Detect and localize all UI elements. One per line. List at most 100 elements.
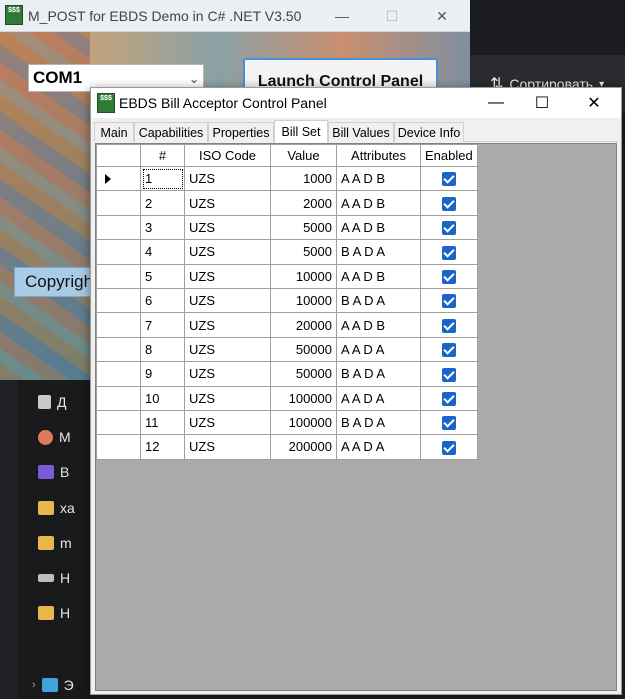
cell-number[interactable]: 9 <box>140 361 185 387</box>
cell-enabled[interactable] <box>420 165 478 192</box>
table-row[interactable]: 2 UZS 2000 A A D B <box>96 190 478 216</box>
column-header-enabled[interactable]: Enabled <box>420 144 478 167</box>
cell-value[interactable]: 10000 <box>270 263 337 289</box>
cell-attributes[interactable]: A A D A <box>336 385 421 411</box>
enabled-checkbox[interactable] <box>441 318 456 333</box>
cell-enabled[interactable] <box>420 312 478 338</box>
cell-enabled[interactable] <box>420 361 478 387</box>
cell-attributes[interactable]: A A D B <box>336 214 421 241</box>
sidebar-item-folder-3[interactable]: H <box>38 602 98 624</box>
cell-enabled[interactable] <box>420 385 478 411</box>
sidebar-item-this-pc[interactable]: › Э <box>32 674 92 696</box>
cell-value[interactable]: 10000 <box>270 287 337 314</box>
sidebar-item-documents[interactable]: Д <box>38 391 98 413</box>
column-header-number[interactable]: # <box>140 144 185 167</box>
close-button[interactable]: ✕ <box>422 4 462 28</box>
table-row[interactable]: 3 UZS 5000 A A D B <box>96 214 478 241</box>
sidebar-item-folder-1[interactable]: xa <box>38 497 98 519</box>
maximize-button[interactable]: ☐ <box>519 90 565 116</box>
sidebar-item-videos[interactable]: B <box>38 461 98 483</box>
column-header-iso-code[interactable]: ISO Code <box>184 144 271 167</box>
row-header[interactable] <box>96 409 141 436</box>
cell-number[interactable]: 8 <box>140 336 185 363</box>
cell-number[interactable]: 10 <box>140 385 185 411</box>
cell-value[interactable]: 50000 <box>270 336 337 363</box>
copyright-button[interactable]: Copyrigh <box>14 267 94 297</box>
table-row[interactable]: 9 UZS 50000 B A D A <box>96 361 478 387</box>
enabled-checkbox[interactable] <box>441 196 456 211</box>
enabled-checkbox[interactable] <box>441 391 456 406</box>
cell-attributes[interactable]: A A D B <box>336 190 421 216</box>
enabled-checkbox[interactable] <box>441 416 456 431</box>
cell-enabled[interactable] <box>420 239 478 265</box>
cell-iso-code[interactable]: UZS <box>184 239 271 265</box>
row-header[interactable] <box>96 312 141 338</box>
table-row[interactable]: 11 UZS 100000 B A D A <box>96 409 478 436</box>
enabled-checkbox[interactable] <box>441 270 456 285</box>
column-header-attributes[interactable]: Attributes <box>336 144 421 167</box>
table-row[interactable]: 10 UZS 100000 A A D A <box>96 385 478 411</box>
column-header-value[interactable]: Value <box>270 144 337 167</box>
enabled-checkbox[interactable] <box>441 221 456 236</box>
cell-number[interactable]: 1 <box>140 165 185 192</box>
row-header[interactable] <box>96 434 141 460</box>
enabled-checkbox[interactable] <box>441 172 456 187</box>
cell-attributes[interactable]: A A D B <box>336 263 421 289</box>
row-header[interactable] <box>96 385 141 411</box>
tab-device-info[interactable]: Device Info <box>394 122 464 142</box>
cell-number[interactable]: 3 <box>140 214 185 241</box>
enabled-checkbox[interactable] <box>441 245 456 260</box>
enabled-checkbox[interactable] <box>441 294 456 309</box>
cell-iso-code[interactable]: UZS <box>184 434 271 460</box>
cell-iso-code[interactable]: UZS <box>184 385 271 411</box>
row-header[interactable] <box>96 263 141 289</box>
enabled-checkbox[interactable] <box>441 343 456 358</box>
cell-enabled[interactable] <box>420 263 478 289</box>
row-header[interactable] <box>96 214 141 241</box>
cell-value[interactable]: 5000 <box>270 214 337 241</box>
cell-iso-code[interactable]: UZS <box>184 312 271 338</box>
row-header[interactable] <box>96 361 141 387</box>
cell-value[interactable]: 200000 <box>270 434 337 460</box>
table-row[interactable]: 8 UZS 50000 A A D A <box>96 336 478 363</box>
cell-iso-code[interactable]: UZS <box>184 214 271 241</box>
cell-attributes[interactable]: A A D A <box>336 434 421 460</box>
cell-value[interactable]: 1000 <box>270 165 337 192</box>
cell-enabled[interactable] <box>420 434 478 460</box>
cell-iso-code[interactable]: UZS <box>184 165 271 192</box>
row-header[interactable] <box>96 287 141 314</box>
cell-enabled[interactable] <box>420 214 478 241</box>
cell-iso-code[interactable]: UZS <box>184 263 271 289</box>
cell-attributes[interactable]: A A D B <box>336 165 421 192</box>
cell-value[interactable]: 100000 <box>270 409 337 436</box>
cell-enabled[interactable] <box>420 190 478 216</box>
cell-enabled[interactable] <box>420 336 478 363</box>
cell-iso-code[interactable]: UZS <box>184 409 271 436</box>
cell-value[interactable]: 2000 <box>270 190 337 216</box>
enabled-checkbox[interactable] <box>441 367 456 382</box>
sidebar-item-folder-2[interactable]: m <box>38 532 98 554</box>
cell-attributes[interactable]: B A D A <box>336 361 421 387</box>
cell-number[interactable]: 2 <box>140 190 185 216</box>
cell-attributes[interactable]: A A D B <box>336 312 421 338</box>
cell-value[interactable]: 20000 <box>270 312 337 338</box>
tab-properties[interactable]: Properties <box>208 122 274 142</box>
bill-set-grid-area[interactable]: # ISO Code Value Attributes Enabled 1 UZS… <box>95 143 617 691</box>
tab-bill-values[interactable]: Bill Values <box>328 122 394 142</box>
cell-value[interactable]: 100000 <box>270 385 337 411</box>
row-header[interactable] <box>96 239 141 265</box>
row-header[interactable] <box>96 190 141 216</box>
cell-iso-code[interactable]: UZS <box>184 361 271 387</box>
table-row[interactable]: 4 UZS 5000 B A D A <box>96 239 478 265</box>
bill-set-grid[interactable]: # ISO Code Value Attributes Enabled 1 UZS… <box>96 144 478 460</box>
row-header[interactable] <box>96 165 141 192</box>
close-button[interactable]: ✕ <box>571 90 617 116</box>
cell-value[interactable]: 50000 <box>270 361 337 387</box>
cell-iso-code[interactable]: UZS <box>184 190 271 216</box>
cell-attributes[interactable]: A A D A <box>336 336 421 363</box>
cell-iso-code[interactable]: UZS <box>184 336 271 363</box>
sidebar-item-drive[interactable]: H <box>38 567 98 589</box>
cell-number[interactable]: 7 <box>140 312 185 338</box>
cell-enabled[interactable] <box>420 287 478 314</box>
cell-iso-code[interactable]: UZS <box>184 287 271 314</box>
